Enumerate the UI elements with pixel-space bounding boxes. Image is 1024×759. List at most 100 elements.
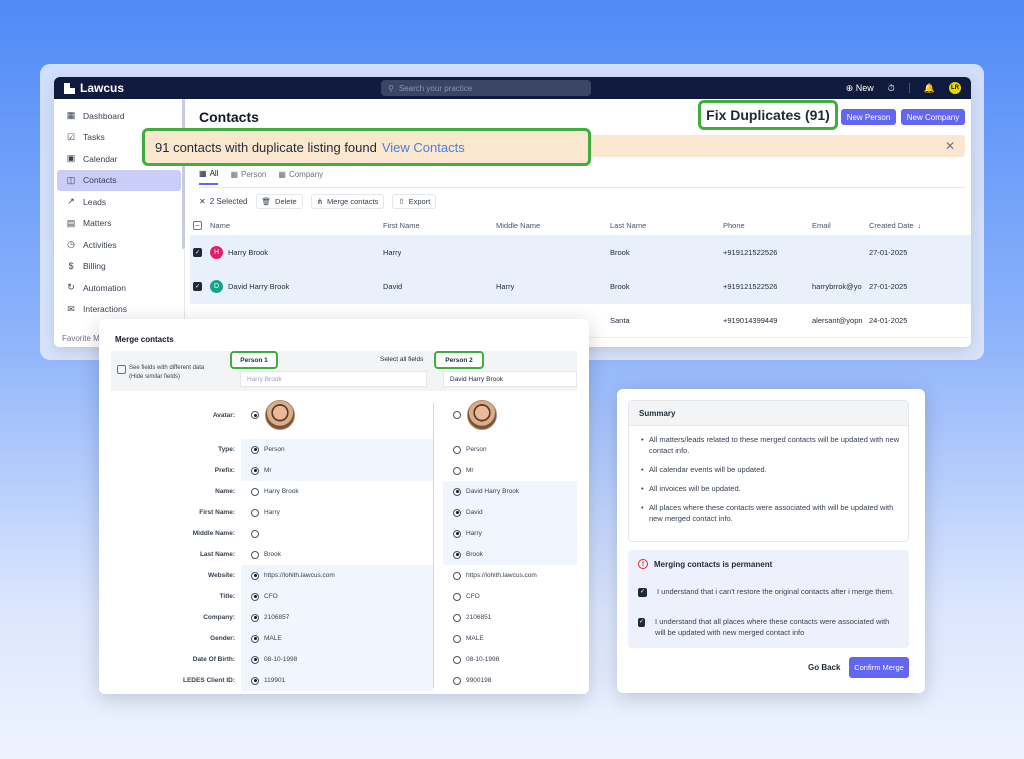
row-checkbox[interactable]: ✓ <box>193 282 202 291</box>
last-cell: Brook <box>610 282 630 291</box>
leads-icon: ↗ <box>67 196 75 207</box>
select-all-checkbox[interactable]: – <box>193 221 202 230</box>
tab-person[interactable]: ▦ Person <box>230 169 266 185</box>
radio-person-1[interactable] <box>251 411 259 419</box>
export-button[interactable]: ⇧ Export <box>392 194 437 209</box>
ack-restore-checkbox[interactable]: ✓ <box>638 588 647 597</box>
sidebar-item-label: Tasks <box>83 132 105 143</box>
sidebar-item-contacts[interactable]: ◫ Contacts <box>57 169 181 191</box>
field-label: Website: <box>208 572 235 579</box>
radio-person-1[interactable] <box>251 655 259 664</box>
radio-person-1[interactable] <box>251 508 259 517</box>
radio-person-1[interactable] <box>251 634 259 643</box>
radio-person-2[interactable] <box>453 445 461 454</box>
table-toolbar: ✕ 2 Selected 🗑 Delete ⋔ Merge contacts ⇧ Exp… <box>199 194 437 209</box>
dashboard-icon: ▦ <box>66 110 76 121</box>
radio-person-1[interactable] <box>251 487 259 496</box>
diff-option-label: See fields with different data <box>129 365 205 371</box>
person-2-value: Brook <box>466 551 483 558</box>
go-back-button[interactable]: Go Back <box>808 663 840 672</box>
tab-company[interactable]: ▦ Company <box>278 169 323 185</box>
radio-person-1[interactable] <box>251 676 259 685</box>
phone-cell: +919121522526 <box>723 248 778 257</box>
bell-icon[interactable]: 🔔 <box>924 83 935 94</box>
export-label: Export <box>408 197 431 206</box>
radio-person-2[interactable] <box>453 655 461 664</box>
radio-person-2[interactable] <box>453 466 461 475</box>
radio-person-1[interactable] <box>251 445 259 454</box>
field-label: LEDES Client ID: <box>182 677 235 684</box>
radio-person-1[interactable] <box>251 571 259 580</box>
search-placeholder: Search your practice <box>398 83 473 93</box>
column-header[interactable]: Middle Name <box>496 216 540 235</box>
field-label: Name: <box>215 488 235 495</box>
different-data-checkbox[interactable] <box>117 365 126 374</box>
ack-update-text: I understand that all places where these… <box>655 617 890 637</box>
column-header[interactable]: First Name <box>383 216 420 235</box>
sidebar-item-interactions[interactable]: ✉ Interactions <box>57 299 181 321</box>
radio-person-1[interactable] <box>251 613 259 622</box>
ack-update-checkbox[interactable]: ✓ <box>638 618 646 627</box>
confirm-merge-button[interactable]: Confirm Merge <box>849 657 909 678</box>
merge-contacts-button[interactable]: ⋔ Merge contacts <box>310 194 385 209</box>
radio-person-2[interactable] <box>453 508 461 517</box>
column-header[interactable]: Email <box>812 216 831 235</box>
favorites-label[interactable]: Favorite M <box>62 334 100 343</box>
field-label: Company: <box>203 614 235 621</box>
radio-person-2[interactable] <box>453 529 461 538</box>
clear-selection-button[interactable]: ✕ 2 Selected <box>199 194 248 209</box>
brand-name: Lawcus <box>80 81 125 95</box>
person-2-value: 08-10-1998 <box>466 656 500 663</box>
radio-person-2[interactable] <box>453 592 461 601</box>
field-label: Type: <box>218 446 235 453</box>
table-row[interactable]: ✓ D David Harry Brook David Harry Brook +91912… <box>190 270 971 304</box>
table-row[interactable]: ✓ H Harry Brook Harry Brook +919121522526 27-0… <box>190 236 971 270</box>
new-company-button[interactable]: New Company <box>901 109 965 125</box>
merge-field-row: Middle Name: Harry <box>111 523 577 544</box>
sidebar-item-dashboard[interactable]: ▦ Dashboard <box>57 105 181 127</box>
radio-person-2[interactable] <box>453 571 461 580</box>
ack-restore[interactable]: ✓ I understand that i can't restore the o… <box>638 586 898 597</box>
column-header[interactable]: Phone <box>723 216 745 235</box>
sidebar-item-matters[interactable]: ▤ Matters <box>57 213 181 235</box>
radio-person-2[interactable] <box>453 613 461 622</box>
search-input[interactable]: ⚲ Search your practice <box>381 80 591 96</box>
summary-item: All matters/leads related to these merge… <box>641 434 900 456</box>
delete-button[interactable]: 🗑 Delete <box>255 194 303 209</box>
ack-update[interactable]: ✓ I understand that all places where thes… <box>638 616 898 638</box>
name-cell[interactable]: H Harry Brook <box>210 236 268 269</box>
name-cell[interactable]: D David Harry Brook <box>210 270 289 303</box>
tab-all[interactable]: ▦ All <box>199 169 219 185</box>
column-header[interactable]: Name <box>210 216 230 235</box>
new-person-button[interactable]: New Person <box>841 109 896 125</box>
radio-person-1[interactable] <box>251 529 259 538</box>
radio-person-1[interactable] <box>251 550 259 559</box>
sidebar-item-automation[interactable]: ↻ Automation <box>57 277 181 299</box>
person-2-value: Mr <box>466 467 474 474</box>
sidebar-item-billing[interactable]: $ Billing <box>57 256 181 278</box>
timer-icon[interactable]: ⏱ <box>888 83 895 94</box>
row-checkbox[interactable]: ✓ <box>193 248 202 257</box>
radio-person-2[interactable] <box>453 487 461 496</box>
sidebar-item-activities[interactable]: ◷ Activities <box>57 234 181 256</box>
view-contacts-link[interactable]: View Contacts <box>382 140 465 155</box>
radio-person-1[interactable] <box>251 592 259 601</box>
trash-icon: 🗑 <box>261 197 272 206</box>
new-button[interactable]: ⊕ New <box>846 83 874 94</box>
brand-logo[interactable]: Lawcus <box>64 81 124 95</box>
sidebar-item-leads[interactable]: ↗ Leads <box>57 191 181 213</box>
fix-duplicates-callout[interactable]: Fix Duplicates (91) <box>698 100 838 130</box>
radio-person-2[interactable] <box>453 676 461 685</box>
select-all-fields-link[interactable]: Select all fields <box>380 356 423 363</box>
radio-person-2[interactable] <box>453 411 461 419</box>
different-data-option[interactable]: See fields with different data (Hide simi… <box>117 364 204 381</box>
user-avatar[interactable]: LR <box>949 82 961 94</box>
radio-person-2[interactable] <box>453 550 461 559</box>
column-header-created[interactable]: Created Date ↓ <box>869 216 921 235</box>
close-icon[interactable]: ✕ <box>945 139 955 153</box>
sidebar-item-label: Activities <box>83 239 117 250</box>
column-header[interactable]: Last Name <box>610 216 646 235</box>
radio-person-1[interactable] <box>251 466 259 475</box>
first-cell: Harry <box>383 248 402 257</box>
radio-person-2[interactable] <box>453 634 461 643</box>
